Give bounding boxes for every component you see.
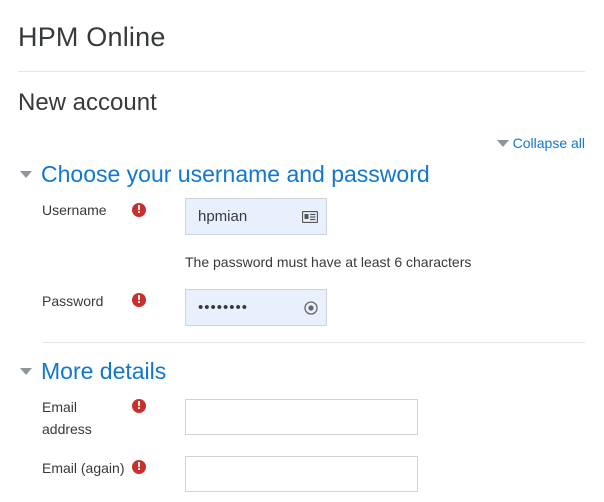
section-title: Choose your username and password — [41, 161, 430, 187]
password-field[interactable]: •••••••• — [185, 289, 327, 326]
email-field[interactable] — [185, 399, 418, 435]
username-label: Username — [42, 202, 107, 218]
required-icon: ! — [132, 460, 146, 474]
triangle-down-icon — [20, 368, 32, 375]
password-label: Password — [42, 293, 104, 309]
email-label: Email address — [42, 399, 92, 437]
key-circle-icon — [304, 300, 318, 315]
section-divider — [42, 342, 585, 343]
header-divider — [18, 71, 585, 72]
password-value: •••••••• — [198, 299, 249, 316]
email-again-field[interactable] — [185, 456, 418, 492]
section-header-more-details[interactable]: More details — [20, 358, 166, 385]
required-icon: ! — [132, 399, 146, 413]
username-field[interactable]: hpmian — [185, 198, 327, 235]
section-header-username-password[interactable]: Choose your username and password — [20, 161, 430, 188]
contact-card-icon — [302, 210, 318, 223]
triangle-down-icon — [496, 139, 509, 147]
site-title: HPM Online — [18, 22, 166, 52]
collapse-all-link[interactable]: Collapse all — [496, 135, 585, 151]
required-icon: ! — [132, 293, 146, 307]
section-title: More details — [41, 358, 167, 384]
collapse-all-label: Collapse all — [512, 135, 585, 151]
username-value: hpmian — [198, 208, 248, 225]
email-again-label: Email (again) — [42, 460, 125, 476]
page-heading: New account — [18, 89, 157, 116]
required-icon: ! — [132, 203, 146, 217]
password-hint: The password must have at least 6 charac… — [185, 254, 472, 270]
triangle-down-icon — [20, 171, 32, 178]
